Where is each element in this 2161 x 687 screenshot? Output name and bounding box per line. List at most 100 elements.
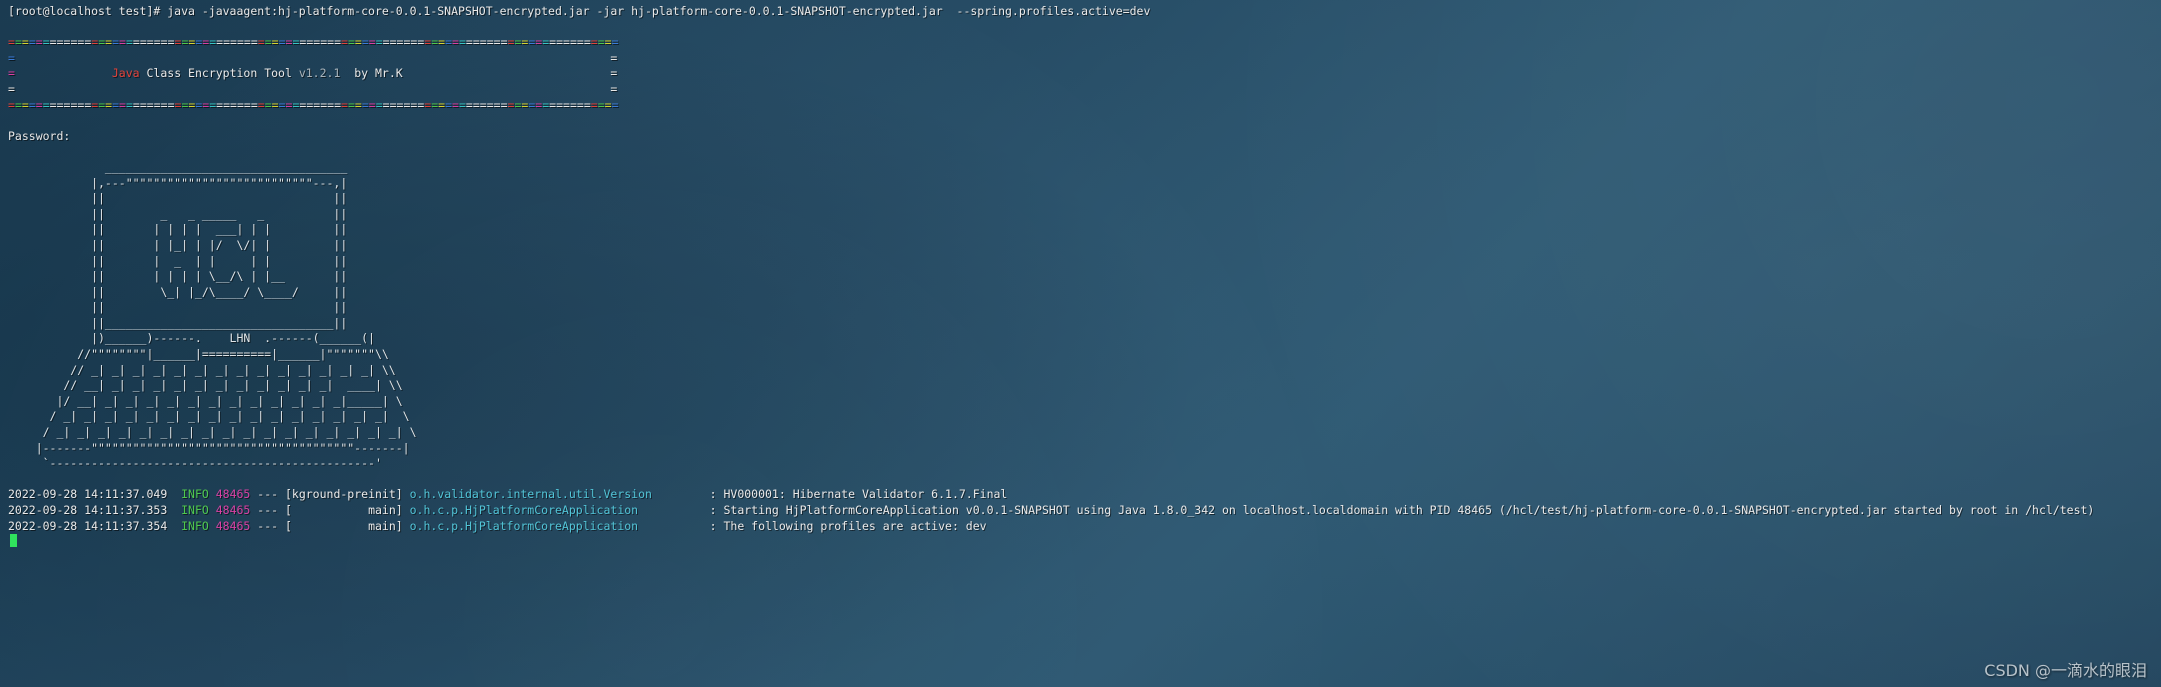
banner-border-char: = bbox=[264, 35, 272, 50]
banner-border-char: = bbox=[278, 35, 286, 50]
banner-border-char: = bbox=[132, 97, 140, 112]
banner-border-char: = bbox=[153, 35, 161, 50]
watermark: CSDN @一滴水的眼泪 bbox=[1984, 661, 2147, 681]
banner-border-char: = bbox=[35, 35, 43, 50]
banner-border-char: = bbox=[119, 97, 126, 112]
banner-border-char: = bbox=[569, 97, 577, 112]
banner-border-char: = bbox=[230, 35, 237, 50]
log-timestamp: 2022-09-28 14:11:37.049 bbox=[8, 487, 182, 502]
banner-border-char: = bbox=[583, 35, 591, 50]
banner-border-char: = bbox=[139, 97, 147, 112]
banner-gap-2 bbox=[403, 66, 611, 80]
banner-title-java: Java bbox=[111, 66, 140, 81]
banner-right-edge: = bbox=[610, 50, 618, 65]
banner-border-char: = bbox=[278, 97, 286, 112]
ascii-art-banner: ___________________________________ |,--… bbox=[8, 160, 2161, 472]
ascii-art-line: || \_| |_/\____/ \____/ || bbox=[8, 284, 348, 299]
banner-border-char: = bbox=[250, 35, 258, 50]
shell-prompt-and-command: [root@localhost test]# java -javaagent:h… bbox=[8, 4, 1151, 18]
log-dashes: --- bbox=[250, 487, 285, 502]
banner-border-char: = bbox=[125, 97, 133, 112]
log-logger: o.h.c.p.HjPlatformCoreApplication bbox=[409, 503, 639, 517]
banner-border-char: = bbox=[167, 97, 175, 112]
ascii-art-line: || | _ | | | | || bbox=[8, 253, 348, 268]
banner-border-char: = bbox=[389, 35, 397, 50]
log-level: INFO bbox=[181, 487, 209, 502]
banner-bottom-border: ========================================… bbox=[8, 98, 2161, 114]
log-line: 2022-09-28 14:11:37.354 INFO 48465 --- [… bbox=[8, 519, 2161, 535]
banner-border-char: = bbox=[125, 35, 133, 50]
ascii-art-line: |-------""""""""""""""""""""""""""""""""… bbox=[8, 440, 410, 455]
banner-border-char: = bbox=[42, 97, 50, 112]
banner-border-char: = bbox=[611, 35, 619, 50]
banner-border-char: = bbox=[458, 97, 466, 112]
banner-border-char: = bbox=[132, 35, 140, 50]
banner-border-char: = bbox=[486, 35, 494, 50]
log-logger: o.h.c.p.HjPlatformCoreApplication bbox=[409, 518, 639, 533]
banner-gap bbox=[15, 82, 610, 96]
banner-border-char: = bbox=[28, 35, 36, 50]
banner-edge-row-2: = = bbox=[8, 82, 2161, 98]
banner-border-char: = bbox=[56, 97, 64, 112]
banner-border-char: = bbox=[465, 35, 473, 50]
ascii-art-line: || || bbox=[8, 300, 348, 315]
ascii-art-line: ___________________________________ bbox=[8, 159, 348, 174]
banner-border-char: = bbox=[500, 35, 508, 50]
banner-border-char: = bbox=[334, 35, 341, 50]
banner-border-char: = bbox=[167, 35, 175, 50]
banner-border-char: = bbox=[604, 35, 612, 50]
banner-border-char: = bbox=[493, 97, 501, 112]
banner-border-char: = bbox=[611, 97, 619, 112]
banner-border-char: = bbox=[347, 97, 355, 112]
log-space bbox=[209, 503, 216, 517]
log-level: INFO bbox=[181, 518, 209, 533]
log-timestamp: 2022-09-28 14:11:37.354 bbox=[8, 518, 182, 533]
banner-border-char: = bbox=[119, 35, 126, 50]
banner-border-char: = bbox=[486, 97, 494, 112]
ascii-art-line: || | | | | \__/\ | |__ || bbox=[8, 269, 348, 284]
banner-border-char: = bbox=[14, 97, 22, 112]
log-space bbox=[209, 487, 216, 501]
banner-border-char: = bbox=[230, 97, 237, 112]
banner-title-text: Class Encryption Tool bbox=[139, 66, 299, 81]
banner-border-char: = bbox=[236, 35, 244, 50]
banner-title-author: by Mr.K bbox=[340, 66, 403, 81]
banner-border-char: = bbox=[341, 97, 348, 112]
banner-border-char: = bbox=[500, 97, 508, 112]
banner-top-border: ========================================… bbox=[8, 35, 2161, 51]
terminal-window[interactable]: [root@localhost test]# java -javaagent:h… bbox=[0, 0, 2161, 687]
ascii-art-line: / _| _| _| _| _| _| _| _| _| _| _| _| _|… bbox=[8, 409, 410, 424]
banner-border-char: = bbox=[153, 97, 161, 112]
banner-border-char: = bbox=[452, 97, 459, 112]
log-message: The following profiles are active: dev bbox=[723, 518, 987, 533]
banner-border-char: = bbox=[271, 35, 279, 50]
banner-border-char: = bbox=[375, 35, 383, 50]
log-thread: [ main] bbox=[284, 503, 410, 517]
banner-border-char: = bbox=[250, 97, 258, 112]
log-logger: o.h.validator.internal.util.Version bbox=[409, 487, 652, 502]
log-line: 2022-09-28 14:11:37.353 INFO 48465 --- [… bbox=[8, 503, 2161, 519]
banner-title-row: = Java Class Encryption Tool v1.2.1 by M… bbox=[8, 66, 2161, 82]
banner-left-edge: = bbox=[8, 50, 15, 65]
banner-border-char: = bbox=[257, 97, 265, 112]
banner-border-char: = bbox=[354, 35, 362, 50]
log-thread: [ main] bbox=[284, 518, 410, 533]
log-thread: [kground-preinit] bbox=[284, 487, 410, 502]
ascii-art-line: |,---"""""""""""""""""""""""""""---,| bbox=[8, 175, 348, 190]
ascii-art-line: || _ _ _____ _ || bbox=[8, 206, 348, 221]
banner-border-char: = bbox=[597, 35, 605, 50]
log-line: 2022-09-28 14:11:37.049 INFO 48465 --- [… bbox=[8, 487, 2161, 503]
banner-border-char: = bbox=[563, 97, 570, 112]
spacer-3 bbox=[8, 144, 2161, 160]
banner-border-char: = bbox=[14, 35, 22, 50]
banner-border-char: = bbox=[576, 97, 584, 112]
password-prompt: Password: bbox=[8, 128, 71, 143]
banner-border-char: = bbox=[590, 35, 598, 50]
banner-border-char: = bbox=[389, 97, 397, 112]
banner-border-char: = bbox=[354, 97, 362, 112]
banner-border-char: = bbox=[21, 97, 29, 112]
banner-border-char: = bbox=[35, 97, 43, 112]
banner-border-char: = bbox=[458, 35, 466, 50]
banner-border-char: = bbox=[465, 97, 473, 112]
